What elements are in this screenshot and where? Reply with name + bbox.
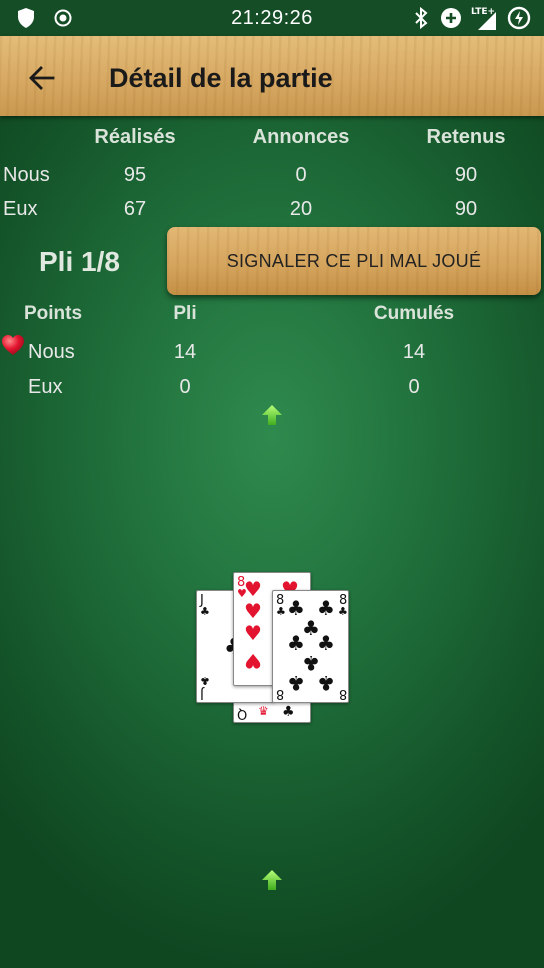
app-bar: Détail de la partie [0,36,544,116]
page-title: Détail de la partie [109,63,333,93]
nous-cumules: 14 [402,341,426,363]
header-retenus: Retenus [426,126,506,148]
row-label-nous: Nous [3,164,50,186]
eux-annonces: 20 [289,198,313,220]
status-bar: 21:29:26 LTE+ [0,0,544,36]
eux-retenus: 90 [454,198,478,220]
eux-pli: 0 [179,376,191,398]
clock: 21:29:26 [231,7,313,29]
arrow-up-icon [261,404,283,426]
report-trick-button[interactable]: SIGNALER CE PLI MAL JOUÉ [167,227,541,295]
header-annonces: Annonces [252,126,350,148]
header-realises: Réalisés [94,126,176,148]
eux-cumules: 0 [408,376,420,398]
nous-retenus: 90 [454,164,478,186]
card-eight-clubs: 8 ♣ 8 ♣ ♣ ♣ ♣ ♣ ♣ ♣ ♣ ♣ 8 8 [272,590,349,703]
row-label-eux: Eux [3,198,38,220]
battery-charging-icon [507,6,531,35]
network-type: LTE+ [471,7,495,17]
eux-realises: 67 [123,198,147,220]
back-button[interactable] [24,60,60,96]
nous-pli: 14 [173,341,197,363]
arrow-up-icon [261,869,283,891]
header-points: Points [24,303,83,324]
points-label-nous: Nous [28,341,75,363]
signal-icon: LTE+ [470,4,500,37]
heart-icon [1,334,25,361]
bluetooth-icon [413,6,429,35]
data-saver-icon [440,7,462,34]
nous-annonces: 0 [295,164,307,186]
trick-label: Pli 1/8 [39,246,120,277]
points-label-eux: Eux [28,376,63,398]
header-cumules: Cumulés [373,303,455,324]
header-pli: Pli [173,303,197,324]
nous-realises: 95 [123,164,147,186]
arrow-left-icon [29,66,55,90]
